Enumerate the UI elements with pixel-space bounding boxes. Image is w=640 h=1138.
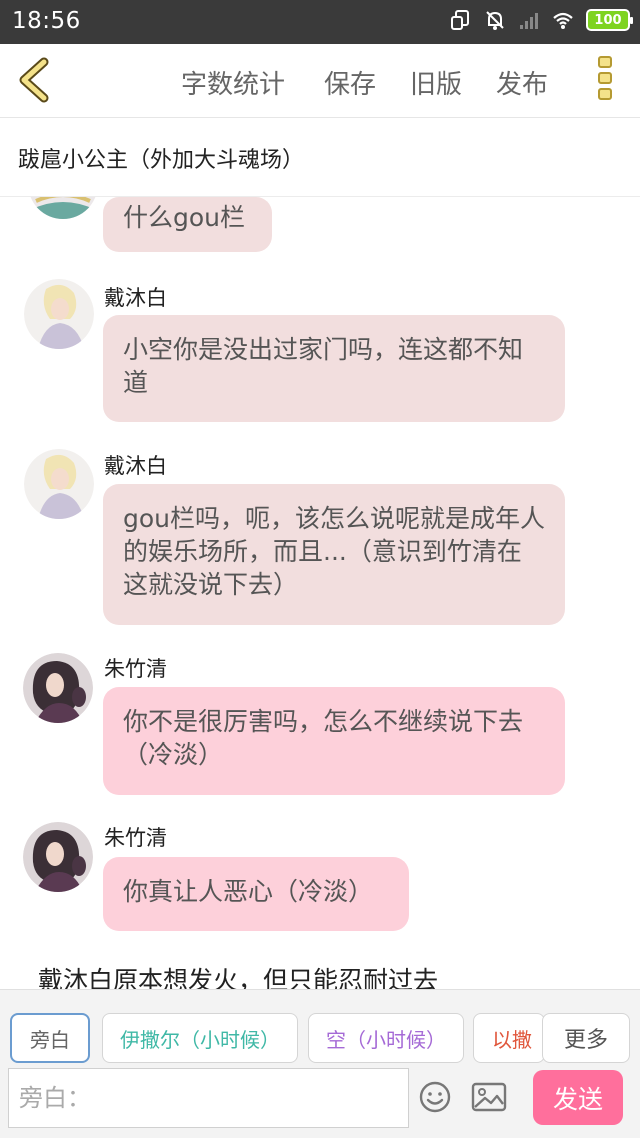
role-chip-kong[interactable]: 空（小时候） [308, 1013, 464, 1063]
chat-list[interactable]: 什么gou栏 戴沐白 小空你是没出过家门吗，连这都不知道 戴沐白 gou栏吗，呃… [0, 197, 640, 989]
speaker-name: 朱竹清 [104, 657, 167, 681]
speaker-name: 戴沐白 [104, 454, 167, 478]
more-roles-button[interactable]: 更多 [542, 1013, 630, 1063]
role-chip-narrator[interactable]: 旁白 [10, 1013, 90, 1063]
role-label: 以撒 [492, 1027, 532, 1052]
message-text: 什么gou栏 [123, 203, 246, 232]
status-bar: 18:56 100 [0, 0, 640, 44]
role-chip-isaac[interactable]: 以撒 [473, 1013, 545, 1063]
speaker-name: 朱竹清 [104, 826, 167, 850]
message-text: 小空你是没出过家门吗，连这都不知道 [123, 335, 524, 397]
send-button[interactable]: 发送 [533, 1070, 623, 1125]
status-icons: 100 [450, 9, 633, 31]
battery-icon: 100 [586, 9, 633, 31]
more-label: 更多 [563, 1028, 608, 1053]
emoji-icon[interactable] [418, 1080, 452, 1114]
battery-level: 100 [594, 12, 622, 28]
avatar-zhu-zhuqing[interactable] [23, 653, 93, 723]
chevron-left-icon[interactable] [14, 56, 58, 104]
role-label: 伊撒尔（小时候） [120, 1027, 280, 1052]
message-bubble[interactable]: 什么gou栏 [103, 197, 272, 252]
status-time: 18:56 [12, 8, 81, 34]
avatar-dai-mubai[interactable] [28, 197, 98, 219]
screen-rotation-icon [451, 10, 469, 30]
message-text: 你真让人恶心（冷淡） [123, 877, 374, 906]
save-button[interactable]: 保存 [324, 64, 376, 101]
wifi-icon [553, 12, 573, 29]
avatar-dai-mubai[interactable] [24, 279, 94, 349]
message-text: 你不是很厉害吗，怎么不继续说下去（冷淡） [123, 707, 524, 769]
top-bar: 字数统计 保存 旧版 发布 [0, 44, 640, 118]
chapter-title[interactable]: 跋扈小公主（外加大斗魂场） [18, 142, 304, 174]
avatar-zhu-zhuqing[interactable] [23, 822, 93, 892]
narration-text[interactable]: 戴沐白原本想发火，但只能忍耐过去 [38, 961, 438, 989]
avatar-dai-mubai[interactable] [24, 449, 94, 519]
message-bubble[interactable]: 你不是很厉害吗，怎么不继续说下去（冷淡） [103, 687, 565, 795]
image-icon[interactable] [470, 1080, 508, 1114]
mute-bell-icon [486, 11, 504, 30]
role-label: 旁白 [30, 1027, 70, 1052]
message-text: gou栏吗，呃，该怎么说呢就是成年人的娱乐场所，而且...（意识到竹清在这就没说… [123, 504, 546, 599]
message-bubble[interactable]: 小空你是没出过家门吗，连这都不知道 [103, 315, 565, 422]
more-vertical-icon[interactable] [596, 56, 614, 106]
old-version-button[interactable]: 旧版 [410, 64, 462, 101]
role-chip-isar[interactable]: 伊撒尔（小时候） [102, 1013, 298, 1063]
publish-button[interactable]: 发布 [496, 64, 548, 101]
role-label: 空（小时候） [326, 1027, 446, 1052]
message-bubble[interactable]: 你真让人恶心（冷淡） [103, 857, 409, 931]
message-bubble[interactable]: gou栏吗，呃，该怎么说呢就是成年人的娱乐场所，而且...（意识到竹清在这就没说… [103, 484, 565, 625]
message-input[interactable] [8, 1068, 409, 1128]
word-count-button[interactable]: 字数统计 [181, 64, 285, 101]
input-panel: 旁白 伊撒尔（小时候） 空（小时候） 以撒 更多 发送 [0, 989, 640, 1138]
speaker-name: 戴沐白 [104, 286, 167, 310]
signal-icon [520, 13, 538, 29]
